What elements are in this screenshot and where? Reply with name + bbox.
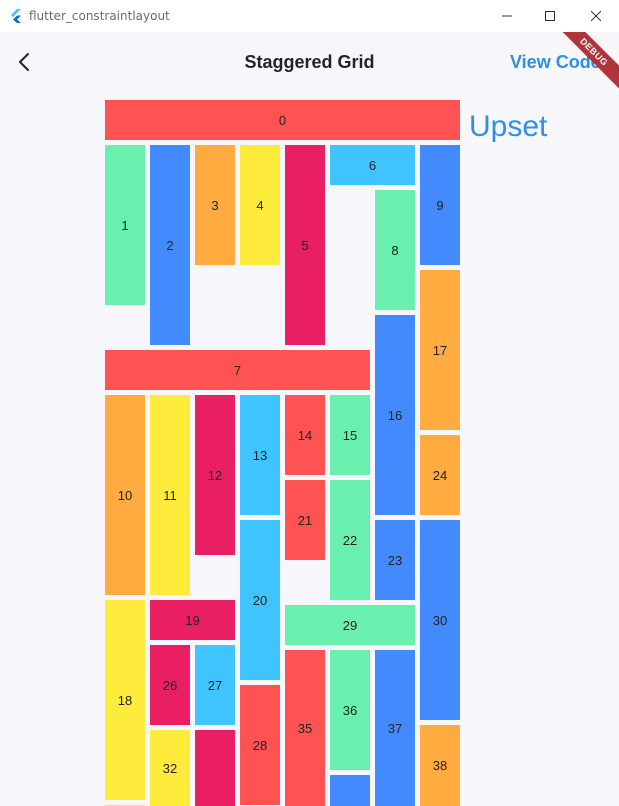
grid-tile-27: 27 — [195, 645, 235, 725]
grid-tile-6: 6 — [330, 145, 415, 185]
grid-tile-22: 22 — [330, 480, 370, 600]
grid-tile-3: 3 — [195, 145, 235, 265]
grid-tile-9: 9 — [420, 145, 460, 265]
grid-tile-5: 5 — [285, 145, 325, 345]
grid-tile-16: 16 — [375, 315, 415, 515]
app-bar: Staggered Grid View Code — [0, 32, 619, 94]
grid-tile-unlabeled-37 — [330, 775, 370, 806]
grid-tile-17: 17 — [420, 270, 460, 430]
grid-tile-38: 38 — [420, 725, 460, 806]
grid-tile-21: 21 — [285, 480, 325, 560]
grid-tile-23: 23 — [375, 520, 415, 600]
debug-banner-label: DEBUG — [559, 32, 619, 92]
window-title: flutter_constraintlayout — [29, 9, 170, 23]
grid-tile-unlabeled-31 — [195, 730, 235, 806]
grid-tile-7: 7 — [105, 350, 370, 390]
grid-tile-24: 24 — [420, 435, 460, 515]
grid-tile-15: 15 — [330, 395, 370, 475]
grid-tile-8: 8 — [375, 190, 415, 310]
grid-tile-2: 2 — [150, 145, 190, 345]
grid-tile-4: 4 — [240, 145, 280, 265]
grid-tile-18: 18 — [105, 600, 145, 800]
close-button[interactable] — [573, 0, 619, 32]
grid-tile-19: 19 — [150, 600, 235, 640]
grid-tile-20: 20 — [240, 520, 280, 680]
grid-tile-12: 12 — [195, 395, 235, 555]
window-titlebar: flutter_constraintlayout — [0, 0, 619, 32]
grid-tile-28: 28 — [240, 685, 280, 805]
grid-tile-37: 37 — [375, 650, 415, 806]
maximize-button[interactable] — [527, 0, 573, 32]
grid-tile-32: 32 — [150, 730, 190, 806]
upset-label: Upset — [469, 110, 548, 143]
grid-tile-1: 1 — [105, 145, 145, 305]
minimize-button[interactable] — [484, 0, 530, 32]
grid-tile-10: 10 — [105, 395, 145, 595]
grid-tile-36: 36 — [330, 650, 370, 770]
grid-tile-35: 35 — [285, 650, 325, 806]
grid-tile-0: 0 — [105, 100, 460, 140]
grid-tile-11: 11 — [150, 395, 190, 595]
grid-tile-26: 26 — [150, 645, 190, 725]
flutter-logo-icon — [9, 9, 23, 23]
grid-tile-30: 30 — [420, 520, 460, 720]
debug-banner: DEBUG — [559, 32, 619, 92]
grid-tile-13: 13 — [240, 395, 280, 515]
grid-tile-14: 14 — [285, 395, 325, 475]
grid-tile-29: 29 — [285, 605, 415, 645]
